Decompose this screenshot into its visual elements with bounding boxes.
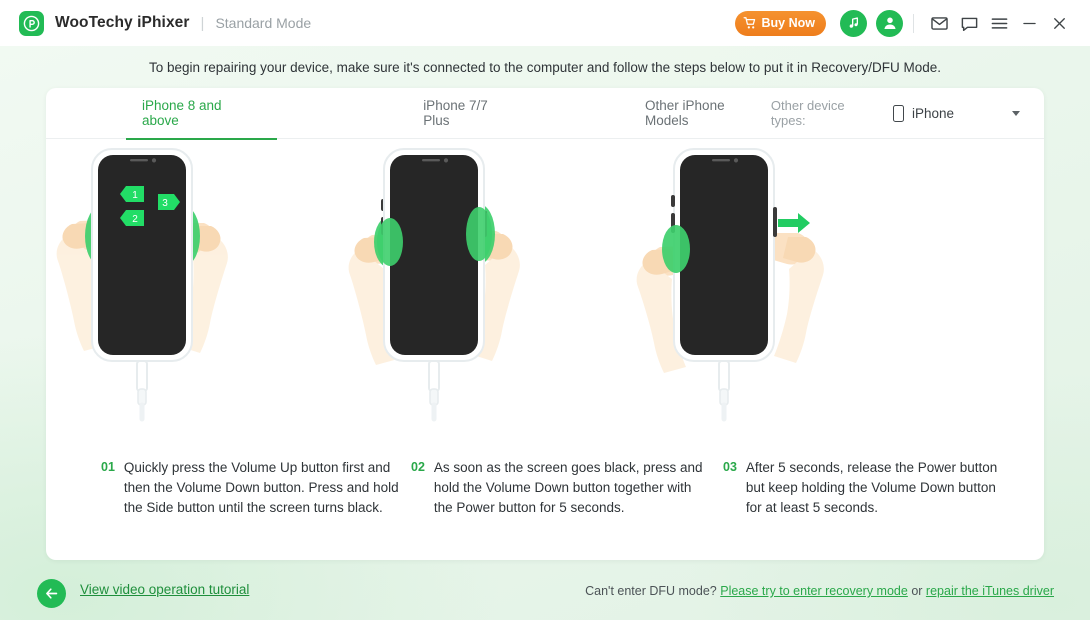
title-separator: | xyxy=(200,14,205,32)
app-logo-group: WooTechy iPhixer | Standard Mode xyxy=(19,10,312,36)
illustration-row: 1 2 3 xyxy=(46,139,1044,425)
cart-icon xyxy=(743,16,757,30)
step-text: As soon as the screen goes black, press … xyxy=(433,460,703,515)
app-brand-name: WooTechy iPhixer xyxy=(55,14,190,31)
iphone-step-1-illustration: 1 2 3 xyxy=(54,139,360,425)
video-tutorial-link[interactable]: View video operation tutorial xyxy=(80,582,249,597)
svg-text:2: 2 xyxy=(132,214,138,225)
close-icon[interactable] xyxy=(1044,8,1074,38)
chevron-down-icon xyxy=(1012,110,1020,116)
minimize-icon[interactable] xyxy=(1014,8,1044,38)
iphone-step-2-illustration xyxy=(346,139,652,425)
svg-text:3: 3 xyxy=(162,198,168,209)
or-label: or xyxy=(911,584,923,598)
wootechy-logo-icon xyxy=(19,10,44,36)
itunes-driver-link[interactable]: repair the iTunes driver xyxy=(926,584,1054,598)
step-number: 02 xyxy=(411,460,425,474)
step-item-2: 02 As soon as the screen goes black, pre… xyxy=(411,458,711,518)
device-tab-bar: iPhone 8 and above iPhone 7/7 Plus Other… xyxy=(46,88,1044,140)
step-text: After 5 seconds, release the Power butto… xyxy=(745,460,998,515)
tab-label: Other iPhone Models xyxy=(645,98,725,128)
svg-text:1: 1 xyxy=(132,190,138,201)
back-arrow-icon[interactable] xyxy=(37,579,66,608)
tab-iphone-8-and-above[interactable]: iPhone 8 and above xyxy=(125,88,278,140)
mode-label: Standard Mode xyxy=(215,15,312,31)
chat-feedback-icon[interactable] xyxy=(954,8,984,38)
user-account-icon[interactable] xyxy=(876,9,903,37)
tab-other-iphone-models[interactable]: Other iPhone Models xyxy=(645,88,771,139)
buy-now-button[interactable]: Buy Now xyxy=(734,10,826,36)
app-window: WooTechy iPhixer | Standard Mode Buy Now xyxy=(0,0,1090,620)
other-device-types-dropdown[interactable]: Other device types: iPhone xyxy=(771,98,1020,128)
step-item-1: 01 Quickly press the Volume Up button fi… xyxy=(101,458,401,518)
phone-icon xyxy=(893,104,904,122)
mail-icon[interactable] xyxy=(924,8,954,38)
step-number: 03 xyxy=(723,460,737,474)
dfu-help-text: Can't enter DFU mode? Please try to ente… xyxy=(585,584,1054,598)
tab-label: iPhone 8 and above xyxy=(142,98,222,128)
tab-label: iPhone 7/7 Plus xyxy=(423,98,488,128)
tab-iphone-7[interactable]: iPhone 7/7 Plus xyxy=(423,88,517,139)
toolbar-divider xyxy=(913,13,914,33)
step-item-3: 03 After 5 seconds, release the Power bu… xyxy=(723,458,1013,518)
music-search-icon[interactable] xyxy=(840,9,867,37)
iphone-step-3-illustration xyxy=(636,139,942,425)
recovery-mode-link[interactable]: Please try to enter recovery mode xyxy=(720,584,908,598)
step-number: 01 xyxy=(101,460,115,474)
buy-now-label: Buy Now xyxy=(761,16,815,30)
selected-device-value: iPhone xyxy=(911,105,954,121)
title-bar: WooTechy iPhixer | Standard Mode Buy Now xyxy=(0,0,1090,46)
dfu-question-label: Can't enter DFU mode? xyxy=(585,584,717,598)
step-text: Quickly press the Volume Up button first… xyxy=(123,460,399,515)
footer-bar: View video operation tutorial Can't ente… xyxy=(0,560,1090,620)
content-card: iPhone 8 and above iPhone 7/7 Plus Other… xyxy=(46,88,1044,560)
hamburger-menu-icon[interactable] xyxy=(984,8,1014,38)
other-device-types-label: Other device types: xyxy=(770,98,845,128)
title-bar-actions: Buy Now xyxy=(734,8,1090,38)
instruction-banner: To begin repairing your device, make sur… xyxy=(149,59,941,75)
step-instructions: 01 Quickly press the Volume Up button fi… xyxy=(46,458,1044,518)
